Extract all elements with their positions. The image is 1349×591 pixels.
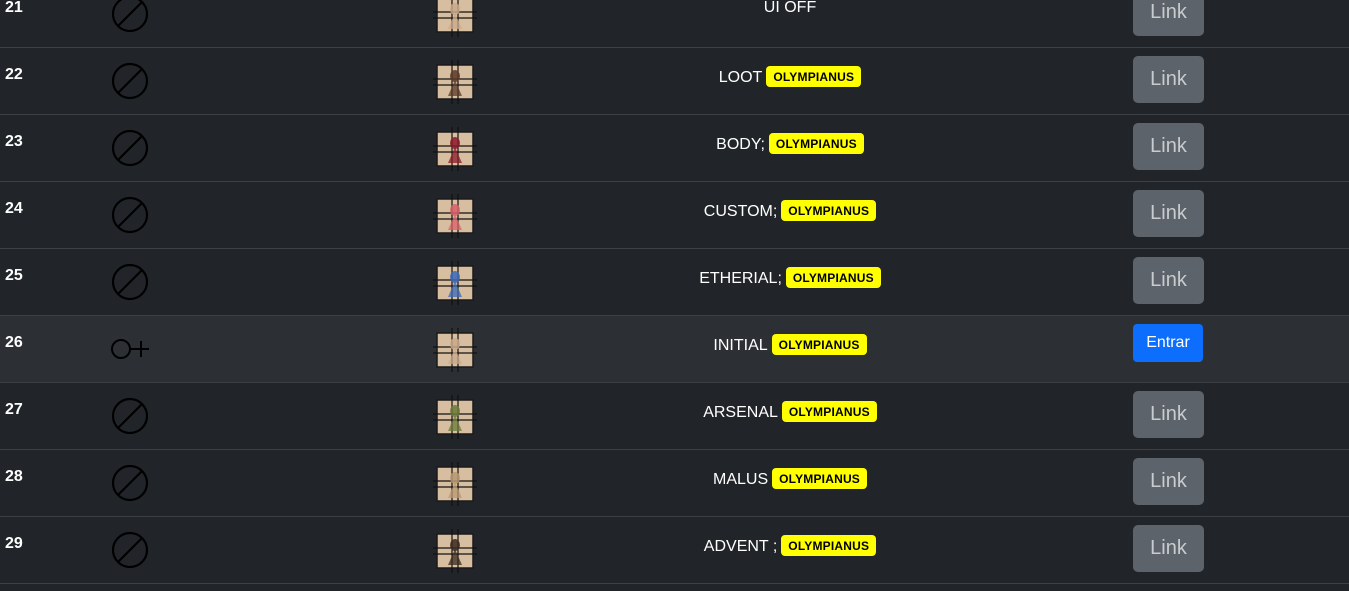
character-name-cell: INITIAL OLYMPIANUS	[560, 334, 1020, 355]
server-badge: OLYMPIANUS	[781, 535, 877, 556]
table-row: 26 INITIAL OLYMPIANUS Entrar	[0, 316, 1349, 383]
character-name: BODY;	[716, 136, 765, 153]
row-number: 21	[5, 0, 23, 16]
character-thumbnail	[433, 395, 477, 439]
link-button[interactable]: Link	[1133, 123, 1204, 170]
prohibited-icon	[109, 529, 151, 571]
prohibited-icon	[109, 194, 151, 236]
server-badge: OLYMPIANUS	[781, 200, 877, 221]
row-number: 28	[5, 468, 23, 485]
venus-key-icon	[109, 328, 151, 370]
server-badge: OLYMPIANUS	[772, 468, 868, 489]
row-number: 23	[5, 133, 23, 150]
character-name-cell: ARSENAL OLYMPIANUS	[560, 401, 1020, 422]
character-name: LOOT	[718, 69, 763, 86]
character-thumbnail	[433, 261, 477, 305]
table-row: 25 ETHERIAL; OLYMPIANUS Link	[0, 249, 1349, 316]
link-button[interactable]: Link	[1133, 0, 1204, 36]
link-button[interactable]: Link	[1133, 391, 1204, 438]
character-name: MALUS	[712, 471, 769, 488]
enter-button[interactable]: Entrar	[1133, 324, 1203, 362]
character-name: UI OFF	[763, 0, 817, 16]
row-number: 29	[5, 535, 23, 552]
character-name-cell: ADVENT ; OLYMPIANUS	[560, 535, 1020, 556]
row-number: 27	[5, 401, 23, 418]
prohibited-icon	[109, 0, 151, 35]
table-row: 21 UI OFF Link	[0, 0, 1349, 48]
character-thumbnail	[433, 0, 477, 37]
character-name: ADVENT ;	[703, 538, 778, 555]
table-row: 24 CUSTOM; OLYMPIANUS Link	[0, 182, 1349, 249]
character-thumbnail	[433, 127, 477, 171]
link-button[interactable]: Link	[1133, 257, 1204, 304]
row-number: 26	[5, 334, 23, 351]
server-badge: OLYMPIANUS	[781, 401, 877, 422]
character-name-cell: ETHERIAL; OLYMPIANUS	[560, 267, 1020, 288]
link-button[interactable]: Link	[1133, 56, 1204, 103]
character-thumbnail	[433, 462, 477, 506]
character-name: CUSTOM;	[703, 203, 778, 220]
link-button[interactable]: Link	[1133, 525, 1204, 572]
link-button[interactable]: Link	[1133, 190, 1204, 237]
character-name: ARSENAL	[703, 404, 778, 421]
row-number: 24	[5, 200, 23, 217]
character-thumbnail	[433, 194, 477, 238]
prohibited-icon	[109, 395, 151, 437]
character-table: 21 UI OFF Link 22 LOOT OLYMPIANUS Link 23 BODY; O…	[0, 0, 1349, 584]
server-badge: OLYMPIANUS	[785, 267, 881, 288]
character-thumbnail	[433, 529, 477, 573]
server-badge: OLYMPIANUS	[771, 334, 867, 355]
table-row: 28 MALUS OLYMPIANUS Link	[0, 450, 1349, 517]
table-row: 23 BODY; OLYMPIANUS Link	[0, 115, 1349, 182]
row-number: 22	[5, 66, 23, 83]
table-row: 29 ADVENT ; OLYMPIANUS Link	[0, 517, 1349, 584]
server-badge: OLYMPIANUS	[768, 133, 864, 154]
table-row: 27 ARSENAL OLYMPIANUS Link	[0, 383, 1349, 450]
character-name: INITIAL	[713, 337, 768, 354]
character-thumbnail	[433, 328, 477, 372]
character-name: ETHERIAL;	[699, 270, 782, 287]
prohibited-icon	[109, 60, 151, 102]
prohibited-icon	[109, 462, 151, 504]
table-row: 22 LOOT OLYMPIANUS Link	[0, 48, 1349, 115]
character-name-cell: BODY; OLYMPIANUS	[560, 133, 1020, 154]
prohibited-icon	[109, 261, 151, 303]
prohibited-icon	[109, 127, 151, 169]
server-badge: OLYMPIANUS	[766, 66, 862, 87]
character-name-cell: MALUS OLYMPIANUS	[560, 468, 1020, 489]
character-thumbnail	[433, 60, 477, 104]
link-button[interactable]: Link	[1133, 458, 1204, 505]
character-name-cell: LOOT OLYMPIANUS	[560, 66, 1020, 87]
row-number: 25	[5, 267, 23, 284]
character-name-cell: CUSTOM; OLYMPIANUS	[560, 200, 1020, 221]
character-name-cell: UI OFF	[560, 0, 1020, 17]
